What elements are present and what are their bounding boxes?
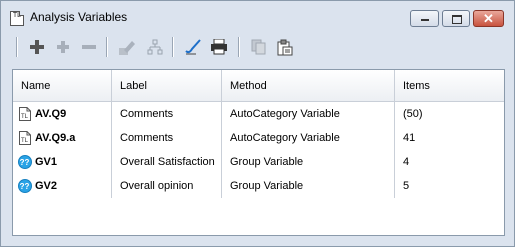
add-child-icon <box>57 41 69 53</box>
cell-name: GV2 <box>13 174 112 198</box>
toolbar <box>10 31 505 63</box>
cell-items: 4 <box>403 156 410 168</box>
cell-label: Comments <box>112 126 222 150</box>
toolbar-separator <box>16 37 18 57</box>
cell-label: Comments <box>112 102 222 126</box>
hierarchy-button[interactable] <box>144 36 166 58</box>
table-row[interactable]: TL AV.Q9.a Comments AutoCategory Variabl… <box>13 126 504 150</box>
maximize-button[interactable] <box>442 10 470 27</box>
edit-button[interactable] <box>116 36 138 58</box>
table-row[interactable]: ?? GV1 Overall Satisfaction Group Variab… <box>13 150 504 174</box>
column-header-label[interactable]: Label <box>112 70 222 101</box>
title-bar[interactable]: TL Analysis Variables ✕ <box>1 1 514 29</box>
print-button[interactable] <box>208 36 230 58</box>
column-header-name[interactable]: Name <box>13 70 112 101</box>
minimize-icon <box>421 19 429 21</box>
grid-header: Name Label Method Items <box>13 70 504 102</box>
window-title: Analysis Variables <box>30 10 128 24</box>
paste-button[interactable] <box>274 36 296 58</box>
remove-icon <box>82 45 96 49</box>
cell-items: 41 <box>403 132 416 144</box>
cell-name: AV.Q9 <box>13 102 112 126</box>
edit-icon <box>119 41 135 55</box>
variables-grid: Name Label Method Items TL AV.Q9 Comment… <box>12 69 505 236</box>
cell-label: Overall Satisfaction <box>112 150 222 174</box>
cell-method: Group Variable <box>222 150 395 174</box>
cell-method: AutoCategory Variable <box>222 102 395 126</box>
close-icon: ✕ <box>483 11 494 26</box>
minimize-button[interactable] <box>410 10 439 27</box>
maximize-icon <box>452 15 462 24</box>
cell-name: AV.Q9.a <box>13 126 112 150</box>
cell-name: GV1 <box>13 150 112 174</box>
toolbar-separator <box>106 37 108 57</box>
remove-button[interactable] <box>78 36 100 58</box>
cell-items: (50) <box>403 108 423 120</box>
column-header-items[interactable]: Items <box>395 70 504 101</box>
toolbar-separator <box>238 37 240 57</box>
app-icon-text: TL <box>12 12 22 19</box>
check-button[interactable] <box>182 36 204 58</box>
add-child-button[interactable] <box>52 36 74 58</box>
cell-method: Group Variable <box>222 174 395 198</box>
table-row[interactable]: TL AV.Q9 Comments AutoCategory Variable … <box>13 102 504 126</box>
close-button[interactable]: ✕ <box>473 10 504 27</box>
print-icon <box>211 39 227 55</box>
add-icon <box>30 40 44 54</box>
check-icon <box>185 39 201 55</box>
table-row[interactable]: ?? GV2 Overall opinion Group Variable 5 <box>13 174 504 198</box>
analysis-variables-window: TL Analysis Variables ✕ Name Label Metho… <box>0 0 515 247</box>
paste-icon <box>277 39 293 55</box>
app-icon: TL <box>10 11 24 26</box>
cell-method: AutoCategory Variable <box>222 126 395 150</box>
hierarchy-icon <box>147 39 163 55</box>
column-header-method[interactable]: Method <box>222 70 395 101</box>
cell-label: Overall opinion <box>112 174 222 198</box>
copy-icon <box>251 39 266 55</box>
toolbar-separator <box>172 37 174 57</box>
copy-button[interactable] <box>248 36 270 58</box>
cell-items: 5 <box>403 180 410 192</box>
add-button[interactable] <box>26 36 48 58</box>
